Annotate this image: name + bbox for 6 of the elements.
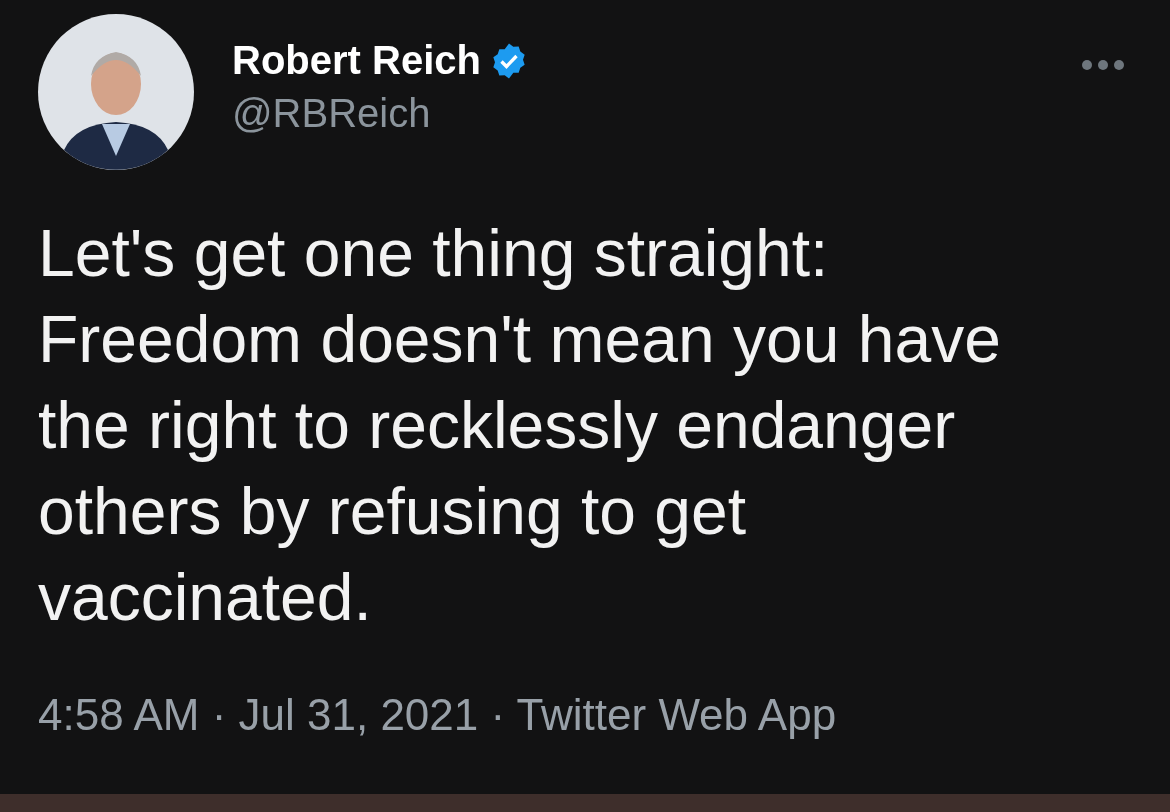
author-name[interactable]: Robert Reich [232, 38, 481, 83]
author-handle[interactable]: @RBReich [232, 91, 1042, 136]
more-options-icon[interactable] [1080, 58, 1126, 72]
tweet-timestamp: 4:58 AM · Jul 31, 2021 · Twitter Web App [38, 690, 838, 740]
avatar[interactable] [38, 14, 194, 170]
tweet-text: Let's get one thing straight: Freedom doesn't mean you have the right to recklessly endanger others by refusing to get vaccinated. [38, 215, 1002, 636]
